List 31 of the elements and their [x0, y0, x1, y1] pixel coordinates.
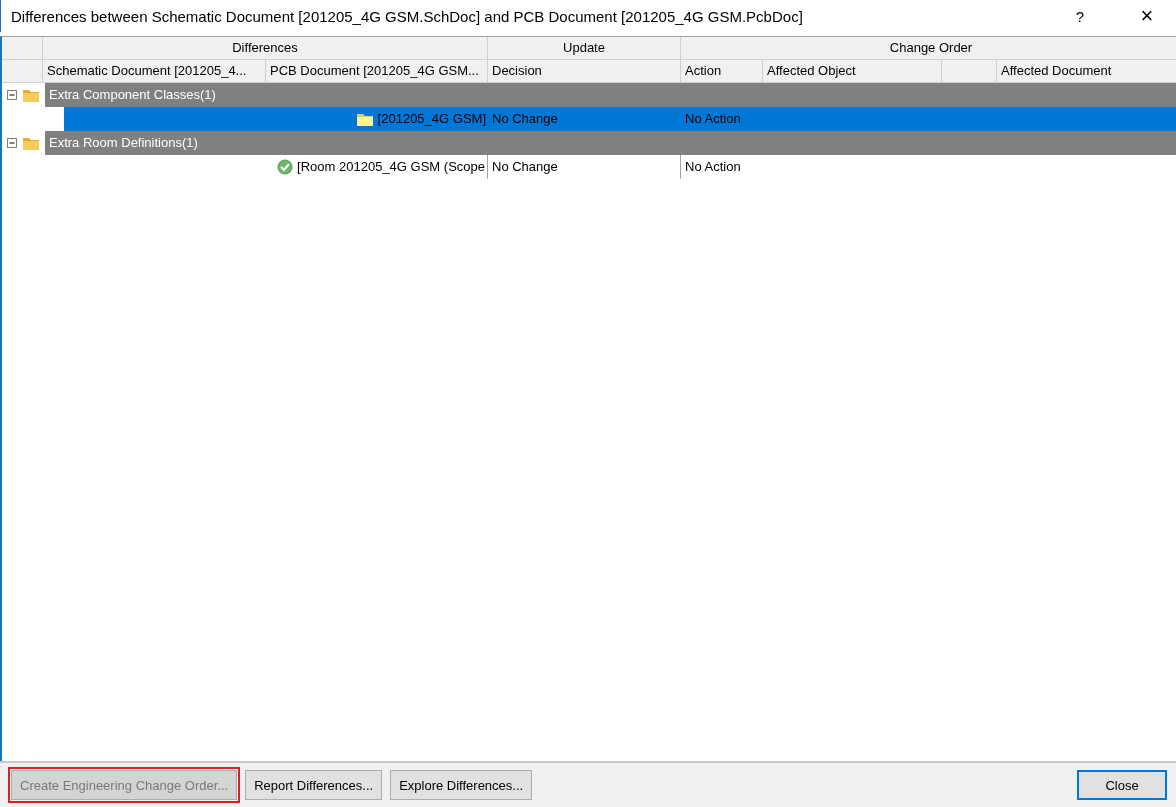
column-group-header: Update [488, 37, 681, 59]
column-header[interactable]: Decision [488, 60, 681, 82]
table-cell-text: [201205_4G GSM] [377, 110, 486, 128]
table-cell: No Change [492, 111, 558, 126]
table-cell: No Change [492, 159, 558, 174]
table-cell: No Action [685, 111, 741, 126]
column-group-header: Differences [43, 37, 488, 59]
column-group-header: Change Order [681, 37, 1176, 59]
collapse-toggle-icon[interactable] [7, 138, 17, 148]
window-title: Differences between Schematic Document [201205_4G GSM.SchDoc] and PCB Document [201205_4G GSM.PcbDoc] [10, 7, 804, 25]
table-cell: No Action [685, 159, 741, 174]
folder-icon [355, 111, 374, 127]
collapse-toggle-icon[interactable] [7, 90, 17, 100]
group-row[interactable]: Extra Room Definitions(1) [45, 131, 1176, 155]
column-header[interactable]: Schematic Document [201205_4... [43, 60, 266, 82]
folder-icon [22, 87, 40, 103]
folder-icon [22, 135, 40, 151]
group-row[interactable]: Extra Component Classes(1) [45, 83, 1176, 107]
help-button[interactable]: ? [1060, 7, 1100, 25]
dialog-button[interactable]: Close [1077, 770, 1167, 800]
column-header[interactable]: Affected Object [763, 60, 942, 82]
column-header[interactable]: PCB Document [201205_4G GSM... [266, 60, 488, 82]
dialog-button[interactable]: Explore Differences... [390, 770, 533, 800]
table-row[interactable]: [Room 201205_4G GSM (Scope No Change No Action [64, 155, 1176, 179]
close-button[interactable]: × [1118, 3, 1176, 29]
check-icon [277, 159, 294, 175]
table-cell-text: [Room 201205_4G GSM (Scope [297, 158, 485, 176]
column-header[interactable]: Action [681, 60, 763, 82]
selected-row[interactable]: [201205_4G GSM] No Change No Action [64, 107, 1176, 131]
column-header[interactable]: Affected Document [997, 60, 1176, 82]
dialog-button[interactable]: Report Differences... [245, 770, 383, 800]
